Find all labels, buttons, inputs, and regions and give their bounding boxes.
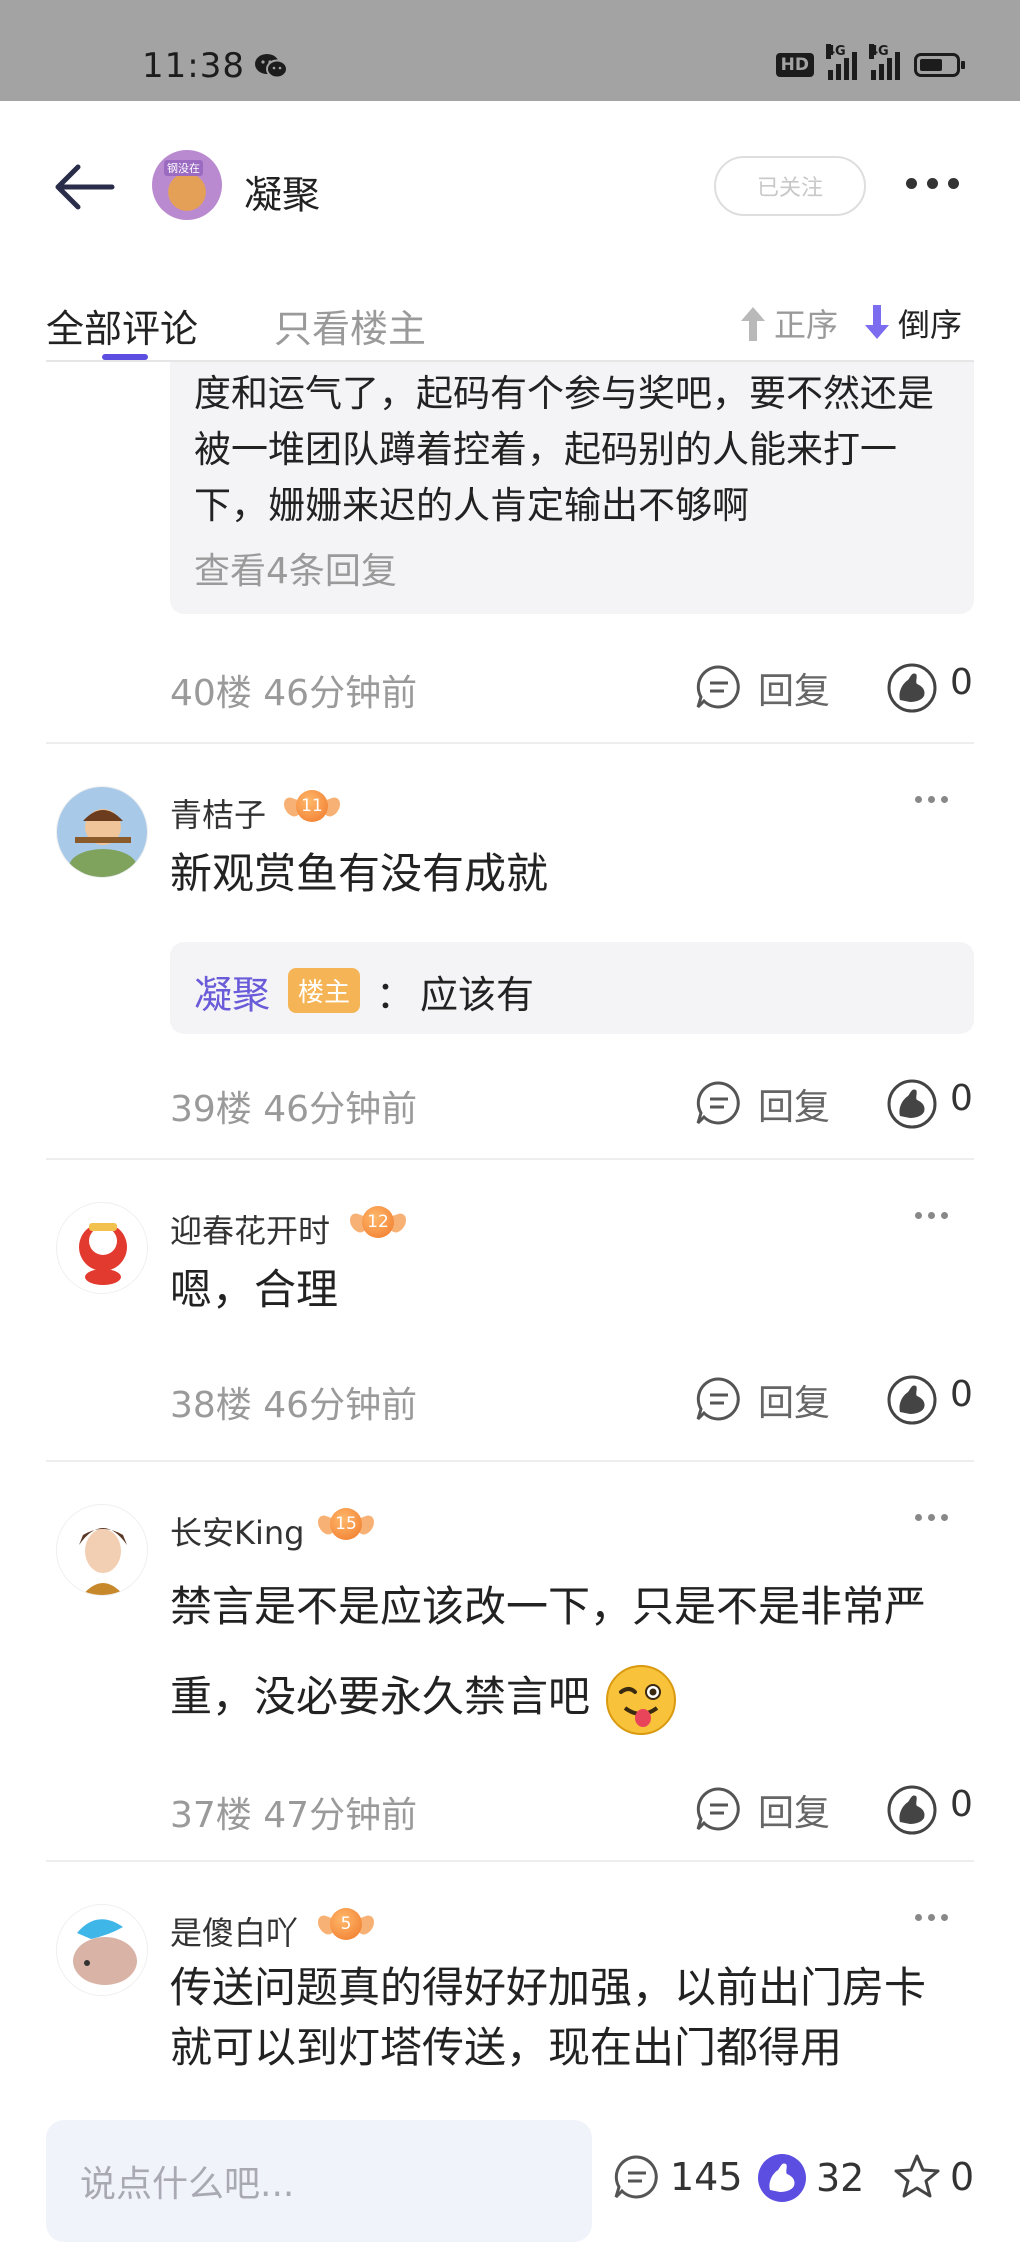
- comment-list: 度和运气了，起码有个参与奖吧，要不然还是被一堆团队蹲着控着，起码别的人能来打一下…: [0, 362, 1020, 2090]
- view-replies-link[interactable]: 查看4条回复: [194, 542, 397, 594]
- follow-button[interactable]: 已关注: [714, 156, 866, 216]
- author-avatar[interactable]: 钢没在: [152, 150, 222, 220]
- comment-input[interactable]: 说点什么吧...: [46, 2120, 592, 2242]
- like-count: 0: [950, 1078, 973, 1119]
- comment-count: 145: [670, 2155, 743, 2199]
- comment-author[interactable]: 迎春花开时: [170, 1206, 330, 1252]
- divider: [46, 1158, 974, 1160]
- floor-time: 40楼 46分钟前: [170, 673, 418, 714]
- like-icon: [758, 2154, 806, 2202]
- comments-button[interactable]: 145: [612, 2152, 743, 2202]
- level-badge: 11: [284, 784, 340, 828]
- level-badge: 15: [318, 1502, 374, 1546]
- avatar[interactable]: [56, 1904, 148, 1996]
- reply-button[interactable]: 回复: [758, 1078, 830, 1130]
- wechat-icon: [255, 54, 288, 79]
- page-title[interactable]: 凝聚: [244, 164, 320, 219]
- reply-icon[interactable]: [694, 1784, 744, 1834]
- avatar[interactable]: [56, 1504, 148, 1596]
- comment-tabs: 全部评论 只看楼主 正序 倒序: [46, 290, 974, 362]
- like-count: 0: [950, 1374, 973, 1415]
- reply-icon[interactable]: [694, 662, 744, 712]
- sort-asc-button[interactable]: 正序: [738, 300, 838, 346]
- floor-time: 39楼 46分钟前: [170, 1089, 418, 1130]
- like-icon[interactable]: [886, 1078, 938, 1130]
- comment-more-icon[interactable]: [915, 1514, 948, 1521]
- comment-author[interactable]: 青桔子: [170, 790, 266, 836]
- tab-indicator: [102, 354, 148, 360]
- comment-more-icon[interactable]: [915, 1212, 948, 1219]
- reply-preview-box[interactable]: 度和运气了，起码有个参与奖吧，要不然还是被一堆团队蹲着控着，起码别的人能来打一下…: [170, 362, 974, 614]
- sort-desc-label: 倒序: [898, 306, 963, 344]
- comment-meta: 38楼 46分钟前 回复 0: [170, 1368, 980, 1428]
- comment-meta: 40楼 46分钟前 回复 0: [170, 656, 980, 716]
- comment-icon: [614, 2155, 658, 2199]
- like-count: 0: [950, 662, 973, 703]
- floor-time: 37楼 47分钟前: [170, 1795, 418, 1836]
- divider: [46, 1460, 974, 1462]
- sort-asc-label: 正序: [774, 306, 839, 344]
- comment-text: 新观赏鱼有没有成就: [170, 849, 549, 898]
- comment-text: 嗯，合理: [170, 1265, 339, 1314]
- level-badge: 12: [350, 1200, 406, 1244]
- battery-icon: [914, 53, 965, 77]
- reply-button[interactable]: 回复: [758, 662, 830, 714]
- reply-icon[interactable]: [694, 1078, 744, 1128]
- star-icon: [894, 2154, 940, 2198]
- signal-icon: 4G: [869, 44, 900, 80]
- comment-more-icon[interactable]: [915, 1914, 948, 1921]
- reply-button[interactable]: 回复: [758, 1784, 830, 1836]
- avatar[interactable]: [56, 786, 148, 878]
- status-bar: 11:38 HD 4G 4G: [0, 0, 1020, 101]
- back-arrow-icon[interactable]: [52, 163, 116, 211]
- tab-op-only[interactable]: 只看楼主: [274, 298, 426, 353]
- comment-more-icon[interactable]: [915, 796, 948, 803]
- floor-time: 38楼 46分钟前: [170, 1385, 418, 1426]
- wink-emoji-icon: [606, 1664, 677, 1735]
- arrow-up-icon: [741, 307, 765, 341]
- comment-author[interactable]: 是傻白吖: [170, 1908, 298, 1954]
- op-reply[interactable]: 凝聚 楼主 ： 应该有: [170, 942, 974, 1034]
- op-reply-colon: ：: [376, 973, 415, 1017]
- divider: [46, 1860, 974, 1862]
- avatar[interactable]: [56, 1202, 148, 1294]
- like-post-button[interactable]: 32: [756, 2152, 864, 2204]
- comment-text: 传送问题真的得好好加强，以前出门房卡就可以到灯塔传送，现在出门都得用: [170, 1963, 927, 2072]
- op-reply-text: 应该有: [420, 973, 535, 1017]
- favorite-button[interactable]: 0: [892, 2152, 974, 2202]
- reply-icon[interactable]: [694, 1374, 744, 1424]
- bottom-bar: 说点什么吧... 145 32 0: [0, 2090, 1020, 2267]
- op-badge: 楼主: [288, 968, 361, 1013]
- level-badge: 5: [318, 1902, 374, 1946]
- more-icon[interactable]: [906, 178, 959, 189]
- hd-badge: HD: [775, 53, 814, 77]
- comment-text: 禁言是不是应该改一下，只是不是非常严重，没必要永久禁言吧: [170, 1562, 950, 1742]
- divider: [46, 742, 974, 744]
- like-count: 32: [816, 2156, 865, 2200]
- like-icon[interactable]: [886, 1784, 938, 1836]
- comment-meta: 39楼 46分钟前 回复 0: [170, 1072, 980, 1132]
- like-count: 0: [950, 1784, 973, 1825]
- tab-all-comments[interactable]: 全部评论: [46, 298, 198, 353]
- signal-icon: 4G: [826, 44, 857, 80]
- status-time: 11:38: [142, 46, 245, 86]
- favorite-count: 0: [950, 2155, 975, 2199]
- reply-preview-text: 度和运气了，起码有个参与奖吧，要不然还是被一堆团队蹲着控着，起码别的人能来打一下…: [194, 372, 934, 527]
- arrow-down-icon: [865, 305, 889, 339]
- comment-author[interactable]: 长安King: [170, 1508, 304, 1554]
- op-reply-author[interactable]: 凝聚: [194, 964, 270, 1019]
- comment-meta: 37楼 47分钟前 回复 0: [170, 1778, 980, 1838]
- reply-button[interactable]: 回复: [758, 1374, 830, 1426]
- like-icon[interactable]: [886, 1374, 938, 1426]
- sort-desc-button[interactable]: 倒序: [862, 300, 962, 346]
- like-icon[interactable]: [886, 662, 938, 714]
